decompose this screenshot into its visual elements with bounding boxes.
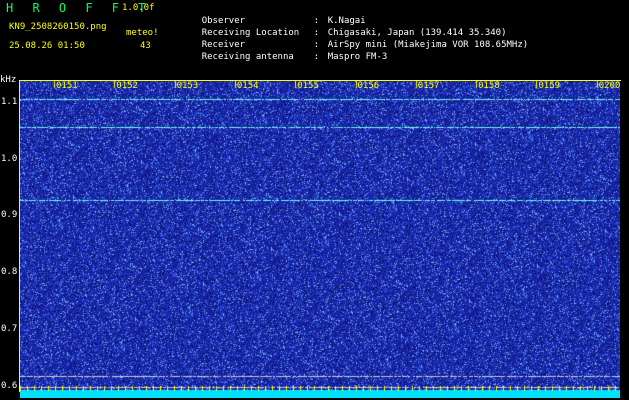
observer-value: K.Nagai xyxy=(327,16,366,26)
observer-row: Observer: K.Nagai xyxy=(180,3,528,26)
y-tick-label: 0.8 xyxy=(1,267,18,278)
filename-label: KN9_2508260150.png xyxy=(9,22,107,32)
time-tick-label: 0156 xyxy=(357,81,380,91)
y-tick-label: 1.1 xyxy=(1,96,18,107)
location-label: Receiving Location xyxy=(201,28,300,38)
meteor-count: 43 xyxy=(140,41,151,51)
time-tick-label: 0154 xyxy=(236,81,259,91)
time-tick-label: 0151 xyxy=(56,81,78,91)
version-label: 1.0.0f xyxy=(122,3,155,13)
location-value: Chigasaki, Japan (139.414 35.340) xyxy=(327,28,507,38)
x-axis-line xyxy=(19,80,621,81)
time-tick-label: 0152 xyxy=(116,81,138,91)
colon: : xyxy=(313,16,320,26)
time-tick-label: 0200 xyxy=(598,81,621,91)
y-tick-label: 0.7 xyxy=(1,323,18,334)
y-tick-label: 0.6 xyxy=(1,380,18,391)
datetime-label: 25.08.26 01:50 xyxy=(9,41,85,51)
y-tick-label: 1.0 xyxy=(1,153,18,164)
colon: : xyxy=(313,52,320,62)
receiver-label: Receiver xyxy=(201,40,246,50)
colon: : xyxy=(313,40,320,50)
time-tick-label: 0153 xyxy=(176,81,199,91)
time-tick-label: 0159 xyxy=(538,81,561,91)
waterfall-spectrogram xyxy=(20,80,620,398)
time-tick-label: 0155 xyxy=(297,81,319,91)
time-tick-label: 0157 xyxy=(417,81,440,91)
observer-label: Observer xyxy=(201,16,246,26)
receiver-value: AirSpy mini (Miakejima VOR 108.65MHz) xyxy=(327,40,529,50)
y-axis-unit: kHz xyxy=(0,75,17,85)
y-axis-line xyxy=(19,80,20,392)
antenna-label: Receiving antenna xyxy=(201,52,294,62)
colon: : xyxy=(313,28,320,38)
meteor-label: meteo! xyxy=(126,28,159,38)
station-info: Observer: K.Nagai Receiving Location: Chig… xyxy=(180,3,529,62)
antenna-value: Maspro FM-3 xyxy=(327,52,388,62)
y-tick-label: 0.9 xyxy=(1,210,18,221)
time-tick-label: 0158 xyxy=(478,81,500,91)
